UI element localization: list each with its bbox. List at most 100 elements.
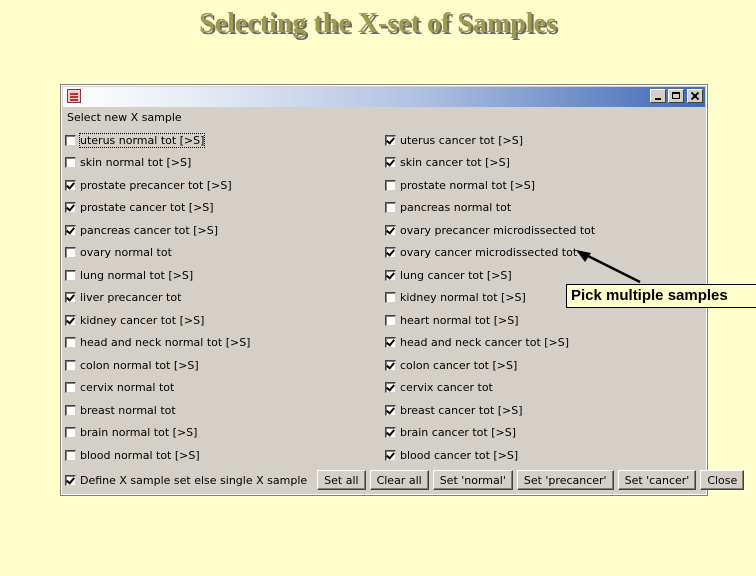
callout-box: Pick multiple samples [566, 284, 756, 308]
sample-checkbox-right[interactable]: heart normal tot [>S] [385, 309, 705, 332]
checkbox-box[interactable] [385, 224, 396, 236]
sample-checkbox-left[interactable]: pancreas cancer tot [>S] [65, 219, 385, 242]
checkbox-box[interactable] [385, 247, 396, 259]
sample-label: uterus cancer tot [>S] [400, 133, 524, 147]
checkbox-box[interactable] [385, 427, 396, 439]
checkbox-box[interactable] [65, 202, 76, 214]
checkbox-box[interactable] [385, 314, 396, 326]
sample-checkbox-right[interactable]: head and neck cancer tot [>S] [385, 332, 705, 355]
checkbox-box[interactable] [65, 224, 76, 236]
sample-label: blood normal tot [>S] [80, 448, 200, 462]
sample-checkbox-right[interactable]: uterus cancer tot [>S] [385, 129, 705, 152]
checkbox-box[interactable] [65, 314, 76, 326]
sample-checkbox-right[interactable]: blood cancer tot [>S] [385, 444, 705, 467]
window-titlebar[interactable] [63, 87, 705, 107]
sample-checkbox-right[interactable]: pancreas normal tot [385, 197, 705, 220]
sample-checkbox-right[interactable]: breast cancer tot [>S] [385, 399, 705, 422]
sample-checkbox-left[interactable]: cervix normal tot [65, 377, 385, 400]
clear-all-button[interactable]: Clear all [369, 470, 429, 490]
sample-label: heart normal tot [>S] [400, 313, 519, 327]
checkbox-box[interactable] [65, 359, 76, 371]
sample-checkbox-left[interactable]: lung normal tot [>S] [65, 264, 385, 287]
sample-checkbox-left[interactable]: prostate cancer tot [>S] [65, 197, 385, 220]
sample-label: cervix cancer tot [400, 381, 493, 395]
checkbox-box[interactable] [65, 382, 76, 394]
sample-label: brain cancer tot [>S] [400, 426, 516, 440]
sample-checkbox-right[interactable]: ovary cancer microdissected tot [385, 242, 705, 265]
checkbox-box[interactable] [385, 449, 396, 461]
checkbox-box[interactable] [385, 382, 396, 394]
maximize-icon[interactable] [668, 89, 684, 103]
dialog-prompt: Select new X sample [67, 111, 182, 124]
sample-label: colon cancer tot [>S] [400, 358, 518, 372]
close-button[interactable]: Close [700, 470, 745, 490]
slide-title: Selecting the X-set of Samples [199, 8, 557, 39]
set-all-button[interactable]: Set all [317, 470, 366, 490]
close-icon[interactable] [687, 89, 703, 103]
sample-checkbox-right[interactable]: ovary precancer microdissected tot [385, 219, 705, 242]
sample-checkbox-left[interactable]: skin normal tot [>S] [65, 152, 385, 175]
sample-label: prostate precancer tot [>S] [80, 178, 232, 192]
set-normal-button[interactable]: Set 'normal' [432, 470, 513, 490]
checkbox-box[interactable] [385, 202, 396, 214]
sample-checkbox-right[interactable]: colon cancer tot [>S] [385, 354, 705, 377]
sample-label: skin normal tot [>S] [80, 156, 192, 170]
checkbox-box[interactable] [65, 404, 76, 416]
checkbox-box[interactable] [65, 292, 76, 304]
checkbox-box[interactable] [385, 337, 396, 349]
minimize-icon[interactable] [650, 89, 666, 103]
checkbox-box[interactable] [385, 269, 396, 281]
sample-label: brain normal tot [>S] [80, 426, 198, 440]
sample-checkbox-left[interactable]: colon normal tot [>S] [65, 354, 385, 377]
sample-checkbox-left[interactable]: kidney cancer tot [>S] [65, 309, 385, 332]
sample-label: colon normal tot [>S] [80, 358, 199, 372]
sample-label: lung cancer tot [>S] [400, 268, 512, 282]
sample-label: head and neck cancer tot [>S] [400, 336, 570, 350]
sample-checkbox-left[interactable]: ovary normal tot [65, 242, 385, 265]
sample-label: pancreas normal tot [400, 201, 512, 215]
checkbox-box[interactable] [385, 359, 396, 371]
sample-label: lung normal tot [>S] [80, 268, 194, 282]
checkbox-box[interactable] [385, 404, 396, 416]
checkbox-box[interactable] [65, 157, 76, 169]
sample-label: breast cancer tot [>S] [400, 403, 523, 417]
sample-label: head and neck normal tot [>S] [80, 336, 251, 350]
checkbox-box[interactable] [65, 269, 76, 281]
sample-checkbox-left[interactable]: uterus normal tot [>S] [65, 129, 385, 152]
set-precancer-button[interactable]: Set 'precancer' [516, 470, 614, 490]
sample-checkbox-right[interactable]: skin cancer tot [>S] [385, 152, 705, 175]
sample-label: kidney normal tot [>S] [400, 291, 526, 305]
checkbox-box[interactable] [385, 179, 396, 191]
sample-label: skin cancer tot [>S] [400, 156, 510, 170]
checkbox-box[interactable] [65, 337, 76, 349]
sample-label: breast normal tot [80, 403, 176, 417]
checkbox-box[interactable] [65, 179, 76, 191]
checkbox-box[interactable] [385, 157, 396, 169]
define-set-checkbox[interactable]: Define X sample set else single X sample [65, 474, 307, 487]
sample-checkbox-right[interactable]: cervix cancer tot [385, 377, 705, 400]
checkbox-box[interactable] [385, 134, 396, 146]
sample-label: liver precancer tot [80, 291, 182, 305]
sample-checkbox-left[interactable]: blood normal tot [>S] [65, 444, 385, 467]
checkbox-box[interactable] [65, 427, 76, 439]
sample-label: blood cancer tot [>S] [400, 448, 519, 462]
sample-checkbox-left[interactable]: prostate precancer tot [>S] [65, 174, 385, 197]
checkbox-box[interactable] [65, 134, 76, 146]
checkbox-box[interactable] [65, 247, 76, 259]
checkbox-box[interactable] [65, 474, 76, 486]
sample-checkbox-right[interactable]: brain cancer tot [>S] [385, 422, 705, 445]
sample-checkbox-left[interactable]: breast normal tot [65, 399, 385, 422]
set-cancer-button[interactable]: Set 'cancer' [617, 470, 697, 490]
sample-checkbox-right[interactable]: prostate normal tot [>S] [385, 174, 705, 197]
sample-label: prostate cancer tot [>S] [80, 201, 214, 215]
sample-label: pancreas cancer tot [>S] [80, 223, 218, 237]
sample-label: prostate normal tot [>S] [400, 178, 536, 192]
sample-checkbox-left[interactable]: head and neck normal tot [>S] [65, 332, 385, 355]
dialog-bottom-bar: Define X sample set else single X sample… [65, 469, 745, 491]
checkbox-box[interactable] [385, 292, 396, 304]
sample-checkbox-left[interactable]: liver precancer tot [65, 287, 385, 310]
checkbox-box[interactable] [65, 449, 76, 461]
define-set-label: Define X sample set else single X sample [80, 473, 308, 487]
sample-label: ovary cancer microdissected tot [400, 246, 578, 260]
sample-checkbox-left[interactable]: brain normal tot [>S] [65, 422, 385, 445]
